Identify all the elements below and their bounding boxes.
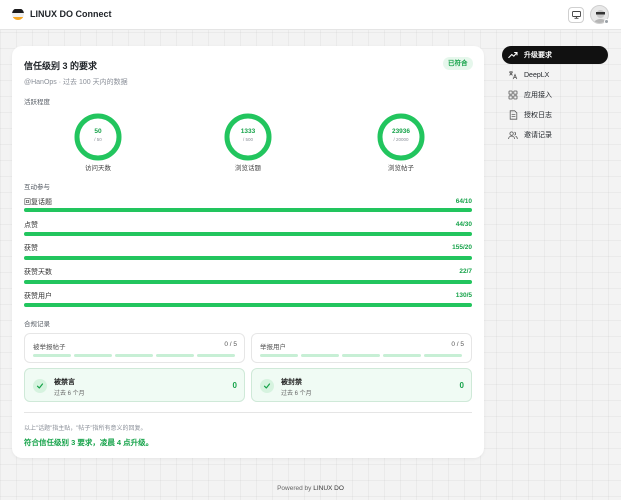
flagged-posts-label: 被举报帖子 [33,344,66,351]
sidebar-item-apps[interactable]: 应用接入 [502,86,608,104]
ring-value: 23936 [391,128,411,135]
segment [342,354,380,357]
silenced-box: 被禁言 过去 6 个月 0 [24,368,245,402]
status-badge: 已符合 [443,57,473,70]
progress-bar-track [24,303,472,307]
sidebar-item-label: 授权日志 [524,112,552,119]
progress-value: 22/7 [459,268,472,275]
ring-value: 1333 [240,128,256,135]
progress-bar-fill [24,208,472,212]
footer: Powered by LINUX DO [0,485,621,492]
sidebar-item-label: 升级要求 [524,52,552,59]
check-icon [33,379,47,393]
ring-value: 50 [94,128,102,135]
footer-brand-link[interactable]: LINUX DO [313,485,344,492]
segment [424,354,462,357]
divider [24,412,472,413]
sidebar-item-auth-log[interactable]: 授权日志 [502,106,608,124]
card-subtitle: @HanOps · 过去 100 天内的数据 [24,79,128,86]
footer-prefix: Powered by [277,485,312,492]
trending-up-icon [508,50,518,60]
progress-bar-fill [24,232,472,236]
flagged-users-label: 举报用户 [260,344,286,351]
progress-bar-fill [24,256,472,260]
segment [33,354,71,357]
segment [301,354,339,357]
theme-toggle-button[interactable] [568,7,584,23]
suspended-sub: 过去 6 个月 [281,391,312,397]
progress-label: 回复话题 [24,199,52,206]
flagged-posts-box: 被举报帖子 0 / 5 [24,333,245,363]
document-icon [508,110,518,120]
segment [115,354,153,357]
translate-icon [508,70,518,80]
sidebar-item-upgrade[interactable]: 升级要求 [502,46,608,64]
segment [383,354,421,357]
brand[interactable]: LINUX DO Connect [12,8,112,20]
linux-do-logo-icon [12,8,24,20]
status-indicator [604,19,609,24]
progress-bar-track [24,232,472,236]
ring-label: 访问天数 [85,165,111,172]
ring-target: / 500 [242,137,253,142]
progress-label: 点赞 [24,222,38,229]
progress-label: 获赞 [24,245,38,252]
sidebar-item-label: DeepLX [524,71,550,79]
progress-value: 44/30 [455,221,472,228]
users-icon [508,130,518,140]
segment [74,354,112,357]
ring-target: / 50 [94,137,102,142]
sidebar-item-label: 应用接入 [524,92,552,99]
grid-icon [508,90,518,100]
silenced-value: 0 [232,381,237,390]
check-icon [260,379,274,393]
sidebar-item-deeplx[interactable]: DeepLX [502,66,608,84]
flagged-users-count: 0 / 5 [451,341,464,348]
footnote: 以上"话题"指主贴，"帖子"指所有意义的回复。 [24,426,147,432]
interaction-section-label: 互动参与 [24,184,50,191]
segment [156,354,194,357]
suspended-title: 被封禁 [281,379,302,386]
top-bar: LINUX DO Connect [0,0,621,30]
compliance-section-label: 合规记录 [24,321,50,328]
suspended-value: 0 [459,381,464,390]
suspended-box: 被封禁 过去 6 个月 0 [251,368,472,402]
silenced-sub: 过去 6 个月 [54,391,85,397]
flagged-users-box: 举报用户 0 / 5 [251,333,472,363]
trust-level-card: 信任级别 3 的要求 已符合 @HanOps · 过去 100 天内的数据 活跃… [12,46,484,458]
progress-label: 获赞天数 [24,269,52,276]
monitor-icon [571,6,581,24]
ring-label: 浏览话题 [235,165,261,172]
progress-value: 130/5 [455,292,472,299]
ring-target: / 20000 [393,137,409,142]
segment [260,354,298,357]
progress-bar-track [24,280,472,284]
silenced-title: 被禁言 [54,379,75,386]
segment [197,354,235,357]
ring-label: 浏览帖子 [388,165,414,172]
sidebar-item-invites[interactable]: 邀请记录 [502,126,608,144]
progress-value: 64/10 [455,198,472,205]
progress-bar-fill [24,303,472,307]
card-title: 信任级别 3 的要求 [24,61,98,71]
progress-bar-track [24,256,472,260]
activity-section-label: 活跃程度 [24,99,50,106]
app-title: LINUX DO Connect [30,9,112,19]
progress-bar-fill [24,280,472,284]
result-text: 符合信任级别 3 要求，凌晨 4 点升级。 [24,438,154,447]
sidebar-item-label: 邀请记录 [524,132,552,139]
progress-value: 155/20 [452,244,472,251]
flagged-posts-count: 0 / 5 [224,341,237,348]
progress-bar-track [24,208,472,212]
progress-label: 获赞用户 [24,293,52,300]
